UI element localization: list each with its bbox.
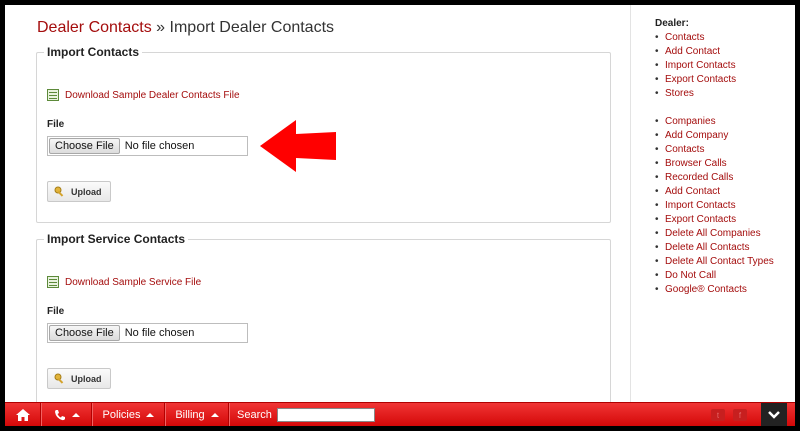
billing-label: Billing — [175, 409, 205, 421]
sidebar-title: Dealer: — [655, 18, 689, 29]
spreadsheet-icon — [47, 89, 59, 101]
sidebar-item-add-contact-2[interactable]: Add Contact — [655, 185, 787, 199]
sidebar-item-do-not-call[interactable]: Do Not Call — [655, 269, 787, 283]
search-input[interactable] — [277, 408, 375, 422]
footer-toolbar: Policies Billing Search t f — [5, 402, 795, 426]
breadcrumb-separator: » — [151, 19, 170, 36]
sidebar-item-export-contacts[interactable]: Export Contacts — [655, 73, 787, 87]
key-icon — [54, 373, 64, 384]
upload-button[interactable]: Upload — [47, 181, 111, 202]
main-content: Dealer Contacts » Import Dealer Contacts… — [5, 5, 630, 426]
download-link-text: Download Sample Service File — [65, 276, 202, 288]
sidebar-item-stores[interactable]: Stores — [655, 87, 787, 101]
sidebar-item-google-contacts[interactable]: Google® Contacts — [655, 283, 787, 297]
collapse-toolbar-button[interactable] — [761, 403, 787, 426]
file-status: No file chosen — [124, 140, 195, 152]
phone-icon — [54, 410, 65, 421]
sidebar: Dealer: Contacts Add Contact Import Cont… — [630, 5, 795, 426]
phone-menu-button[interactable] — [42, 403, 92, 426]
breadcrumb-dealer-contacts-link[interactable]: Dealer Contacts — [37, 19, 152, 36]
policies-menu-button[interactable]: Policies — [93, 403, 165, 426]
billing-menu-button[interactable]: Billing — [166, 403, 229, 426]
choose-file-button[interactable]: Choose File — [49, 138, 120, 154]
facebook-icon[interactable]: f — [733, 409, 747, 421]
dealer-contacts-file-input[interactable]: Choose File No file chosen — [47, 136, 248, 156]
sidebar-item-add-company[interactable]: Add Company — [655, 129, 787, 143]
sidebar-item-contacts[interactable]: Contacts — [655, 31, 787, 45]
import-contacts-legend: Import Contacts — [44, 45, 143, 59]
sidebar-item-import-contacts-2[interactable]: Import Contacts — [655, 199, 787, 213]
caret-up-icon — [71, 413, 80, 417]
twitter-icon[interactable]: t — [711, 409, 725, 421]
sidebar-item-add-contact[interactable]: Add Contact — [655, 45, 787, 59]
sidebar-item-browser-calls[interactable]: Browser Calls — [655, 157, 787, 171]
download-sample-dealer-contacts-link[interactable]: Download Sample Dealer Contacts File — [47, 89, 240, 101]
spreadsheet-icon — [47, 276, 59, 288]
import-service-contacts-fieldset: Import Service Contacts Download Sample … — [36, 232, 611, 419]
search-label: Search — [237, 409, 272, 421]
red-arrow-left-icon — [260, 120, 336, 172]
import-service-contacts-legend: Import Service Contacts — [44, 232, 189, 246]
home-icon — [15, 409, 30, 421]
sidebar-item-delete-all-contacts[interactable]: Delete All Contacts — [655, 241, 787, 255]
sidebar-item-delete-all-contact-types[interactable]: Delete All Contact Types — [655, 255, 787, 269]
sidebar-item-contacts-2[interactable]: Contacts — [655, 143, 787, 157]
file-label: File — [47, 119, 65, 130]
upload-button[interactable]: Upload — [47, 368, 111, 389]
home-button[interactable] — [5, 403, 41, 426]
sidebar-item-delete-all-companies[interactable]: Delete All Companies — [655, 227, 787, 241]
breadcrumb-current: Import Dealer Contacts — [169, 19, 335, 36]
file-status: No file chosen — [124, 327, 195, 339]
service-contacts-file-input[interactable]: Choose File No file chosen — [47, 323, 248, 343]
file-label: File — [47, 306, 65, 317]
choose-file-button[interactable]: Choose File — [49, 325, 120, 341]
page-frame: Dealer Contacts » Import Dealer Contacts… — [5, 5, 795, 426]
caret-up-icon — [210, 413, 219, 417]
policies-label: Policies — [102, 409, 141, 421]
sidebar-dealer-links: Contacts Add Contact Import Contacts Exp… — [655, 31, 787, 101]
caret-up-icon — [146, 413, 155, 417]
download-sample-service-file-link[interactable]: Download Sample Service File — [47, 276, 201, 288]
download-link-text: Download Sample Dealer Contacts File — [65, 89, 240, 101]
sidebar-company-links: Companies Add Company Contacts Browser C… — [655, 115, 787, 297]
page-title: Dealer Contacts » Import Dealer Contacts — [37, 19, 334, 37]
sidebar-item-companies[interactable]: Companies — [655, 115, 787, 129]
sidebar-item-recorded-calls[interactable]: Recorded Calls — [655, 171, 787, 185]
chevron-down-icon — [768, 411, 780, 419]
upload-label: Upload — [71, 186, 102, 197]
upload-label: Upload — [71, 373, 102, 384]
sidebar-item-import-contacts[interactable]: Import Contacts — [655, 59, 787, 73]
sidebar-item-export-contacts-2[interactable]: Export Contacts — [655, 213, 787, 227]
key-icon — [54, 186, 64, 197]
